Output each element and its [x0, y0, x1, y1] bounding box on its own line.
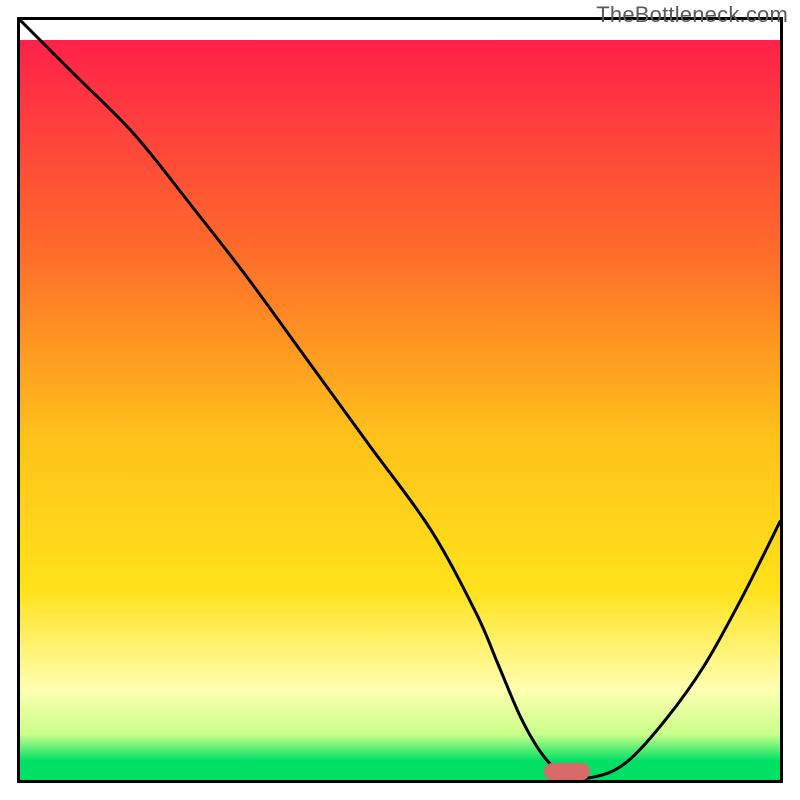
chart-frame: TheBottleneck.com	[0, 0, 800, 800]
watermark-text: TheBottleneck.com	[596, 2, 788, 28]
plot-area	[17, 17, 783, 783]
bottleneck-curve	[20, 20, 780, 780]
optimum-marker	[544, 763, 590, 780]
